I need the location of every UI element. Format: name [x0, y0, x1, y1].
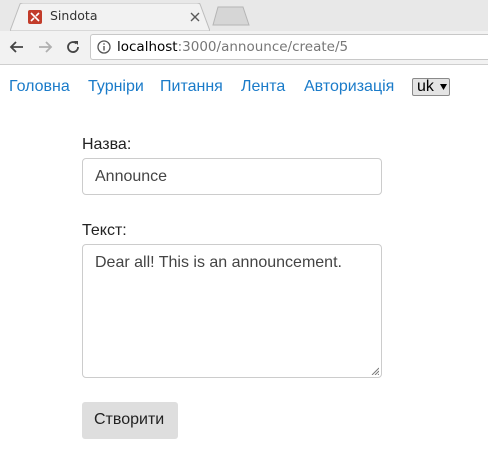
title-input[interactable]: Announce	[82, 158, 382, 195]
forward-arrow-icon[interactable]	[36, 38, 54, 56]
url-path: :3000/announce/create/5	[177, 39, 349, 55]
nav-link-feed[interactable]: Лента	[241, 78, 285, 96]
nav-link-home[interactable]: Головна	[9, 78, 70, 96]
create-button-label: Створити	[94, 411, 165, 428]
browser-tabstrip: Sindota	[0, 0, 488, 31]
reload-icon[interactable]	[64, 38, 82, 56]
address-bar[interactable]: localhost:3000/announce/create/5	[90, 34, 488, 60]
info-icon[interactable]	[97, 40, 111, 54]
text-label: Текст:	[82, 222, 127, 239]
resize-grip-icon[interactable]	[371, 367, 379, 375]
title-input-value: Announce	[95, 168, 168, 185]
tab-title: Sindota	[50, 8, 98, 23]
language-select-value: uk	[417, 78, 434, 95]
language-select[interactable]: uk	[412, 78, 450, 96]
text-textarea-value: Dear all! This is an announcement.	[95, 254, 342, 271]
dropdown-arrow-icon	[440, 84, 447, 90]
dota-logo-icon	[28, 10, 42, 24]
browser-tab[interactable]: Sindota	[10, 3, 210, 31]
back-arrow-icon[interactable]	[8, 38, 26, 56]
nav-link-login[interactable]: Авторизація	[304, 78, 394, 96]
close-icon[interactable]	[189, 11, 201, 23]
url-text: localhost:3000/announce/create/5	[117, 39, 348, 55]
browser-toolbar: localhost:3000/announce/create/5	[0, 31, 488, 65]
create-button[interactable]: Створити	[82, 402, 178, 439]
nav-link-questions[interactable]: Питання	[160, 78, 223, 96]
nav-link-tournaments[interactable]: Турніри	[88, 78, 144, 96]
new-tab-button[interactable]	[212, 6, 250, 26]
title-label: Назва:	[82, 136, 132, 153]
text-textarea[interactable]: Dear all! This is an announcement.	[82, 244, 382, 378]
url-host: localhost	[117, 39, 178, 55]
